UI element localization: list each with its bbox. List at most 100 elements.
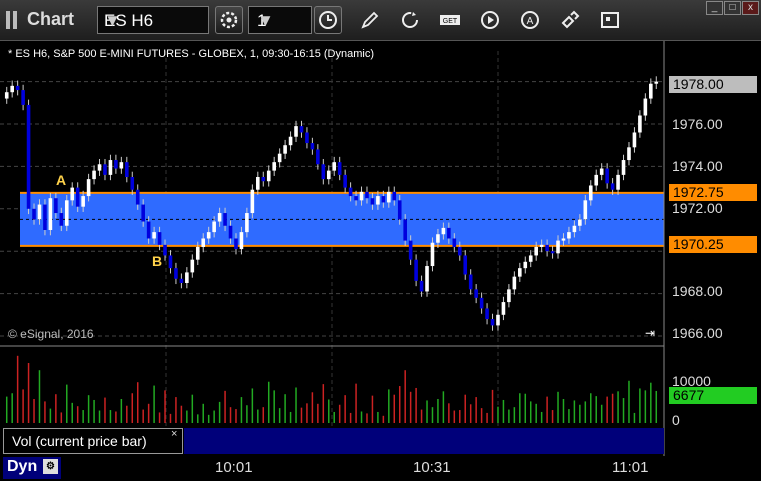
candle-body: [588, 185, 593, 201]
candle-body: [326, 170, 331, 180]
candle-body: [359, 191, 364, 201]
candle-body: [507, 289, 511, 303]
candle-body: [201, 238, 206, 247]
candle-body: [114, 160, 118, 169]
candle-body: [163, 244, 167, 256]
candle-body: [610, 183, 615, 190]
candle-body: [75, 187, 80, 207]
link-icon[interactable]: [559, 9, 581, 31]
alert-icon[interactable]: A: [519, 9, 541, 31]
candle-body: [21, 90, 25, 105]
candle-body: [125, 162, 129, 177]
candle-body: [419, 280, 424, 292]
dynamic-mode-button[interactable]: Dyn ⚙: [3, 457, 61, 479]
color-palette-icon[interactable]: [599, 9, 621, 31]
volume-study-bar: [184, 428, 664, 454]
upper-band-marker: 1972.75: [669, 184, 757, 201]
last-volume-marker: 6677: [669, 387, 757, 404]
candle-body: [212, 221, 216, 233]
settings-icon[interactable]: ⚙: [43, 459, 58, 474]
price-tick: 1968.00: [672, 283, 723, 299]
candle-body: [354, 196, 358, 201]
candle-body: [387, 191, 391, 203]
candle-body: [130, 177, 135, 190]
symbol-input[interactable]: ES H6 ▼: [97, 6, 209, 34]
candle-body: [490, 319, 495, 326]
candle-body: [217, 213, 222, 222]
candle-body: [512, 276, 517, 290]
candle-body: [441, 227, 446, 235]
restore-button[interactable]: □: [724, 1, 741, 15]
candle-body: [583, 200, 588, 220]
copyright-text: © eSignal, 2016: [8, 327, 94, 341]
scroll-to-end-icon[interactable]: ⇥: [645, 326, 655, 340]
close-study-icon[interactable]: ×: [171, 428, 177, 440]
lower-band-marker: 1970.25: [669, 236, 757, 253]
chevron-down-icon[interactable]: ▼: [104, 11, 203, 31]
candle-body: [64, 200, 69, 226]
candle-body: [10, 85, 14, 93]
candle-body: [239, 232, 244, 250]
candle-body: [37, 204, 42, 220]
candle-body: [135, 189, 140, 205]
candle-body: [539, 244, 544, 247]
candle-body: [627, 147, 631, 161]
symbol-settings-button[interactable]: [215, 6, 243, 34]
refresh-icon[interactable]: [399, 9, 421, 31]
candle-body: [223, 213, 227, 226]
candle-body: [447, 227, 451, 239]
candle-body: [534, 246, 538, 256]
candle-body: [392, 191, 397, 201]
minimize-button[interactable]: _: [706, 1, 723, 15]
candle-body: [605, 168, 609, 184]
candle-body: [321, 164, 326, 180]
chart-app-icon: [6, 11, 20, 29]
candle-body: [97, 164, 102, 171]
close-button[interactable]: x: [742, 1, 759, 15]
interval-settings-button[interactable]: [314, 6, 342, 34]
candle-body: [523, 261, 528, 269]
candle-body: [638, 115, 642, 133]
marker-a: A: [56, 172, 67, 188]
candle-body: [501, 302, 506, 315]
candle-body: [228, 225, 233, 239]
candle-body: [463, 255, 468, 275]
candle-body: [474, 289, 478, 298]
chevron-down-icon[interactable]: ▼: [257, 11, 306, 31]
candle-body: [654, 81, 659, 84]
toolbar: Chart ES H6 ▼ 1 ▼ GET A _ □ x: [0, 0, 761, 41]
candle-body: [190, 259, 195, 273]
play-icon[interactable]: [479, 9, 501, 31]
candle-body: [299, 126, 304, 133]
candle-body: [272, 162, 276, 171]
candle-body: [632, 132, 637, 148]
candle-body: [365, 191, 369, 199]
candle-body: [174, 268, 178, 279]
price-tick: 1974.00: [672, 158, 723, 174]
candle-body: [108, 160, 113, 175]
pencil-icon[interactable]: [359, 9, 381, 31]
candle-body: [179, 278, 184, 283]
candle-body: [343, 174, 347, 188]
candle-body: [310, 143, 315, 150]
candle-body: [168, 255, 173, 269]
candle-body: [485, 308, 489, 320]
candle-body: [152, 232, 156, 239]
candle-body: [266, 170, 271, 182]
get-icon[interactable]: GET: [439, 9, 461, 31]
time-label: 11:01: [612, 459, 649, 476]
interval-input[interactable]: 1 ▼: [248, 6, 312, 34]
volume-tick: 0: [672, 412, 680, 428]
chart-svg[interactable]: [0, 41, 761, 481]
volume-study-text: Vol (current price bar): [12, 433, 147, 449]
volume-study-label[interactable]: Vol (current price bar): [3, 428, 183, 454]
candle-body: [572, 225, 577, 233]
candle-body: [425, 266, 429, 292]
candle-body: [556, 240, 560, 254]
clock-icon: [319, 11, 337, 29]
candle-body: [32, 208, 36, 220]
candle-body: [567, 232, 571, 239]
candle-body: [414, 259, 418, 281]
marker-b: B: [152, 253, 163, 269]
candle-body: [261, 177, 266, 182]
